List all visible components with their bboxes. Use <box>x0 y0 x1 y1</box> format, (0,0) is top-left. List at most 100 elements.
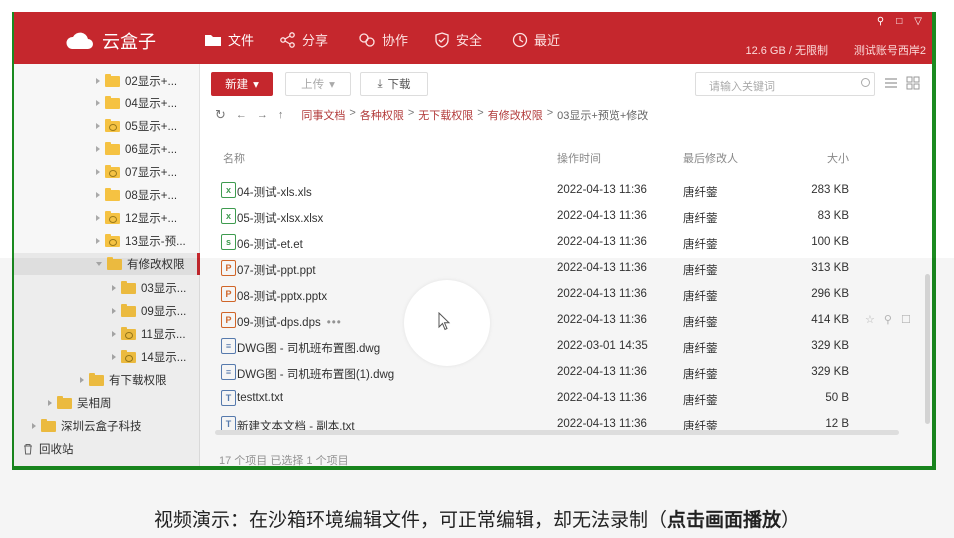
tree-item[interactable]: 14显示... <box>112 346 186 368</box>
download-button[interactable]: ⤓ 下载 <box>360 72 428 96</box>
lock-icon[interactable]: ☐ <box>901 313 911 326</box>
nav-security[interactable]: 安全 <box>434 30 482 49</box>
chevron-down-icon[interactable]: ▽ <box>914 16 922 27</box>
caption-end: ） <box>781 510 801 531</box>
column-header-size[interactable]: 大小 <box>791 150 849 166</box>
file-time: 2022-04-13 11:36 <box>557 210 647 222</box>
search-icon[interactable] <box>861 78 870 87</box>
file-name: 06-测试-et.et <box>237 239 303 251</box>
search-input[interactable]: 请输入关键词 <box>695 72 875 96</box>
expand-arrow-icon[interactable] <box>112 331 116 337</box>
pin-icon[interactable]: ⚲ <box>884 313 892 326</box>
video-caption: 视频演示：在沙箱环境编辑文件，可正常编辑，却无法录制（点击画面播放） <box>0 505 954 532</box>
tree-item[interactable]: 02显示+... <box>96 70 177 92</box>
file-name: 09-测试-dps.dps ••• <box>237 314 342 330</box>
file-browser-main: 新建 ▾ 上传 ▾ ⤓ 下载 请输入关键词 ↻ ← → ↑ 同事文档 > 各种权限 > 无… <box>201 64 932 466</box>
breadcrumb-item[interactable]: 无下载权限 <box>418 107 473 123</box>
file-name: DWG图 - 司机班布置图(1).dwg <box>237 369 395 381</box>
table-row[interactable]: P 07-测试-ppt.ppt 2022-04-13 11:36 唐纤蓥 313 KB <box>211 255 923 281</box>
expand-arrow-icon[interactable] <box>32 423 36 429</box>
expand-arrow-icon[interactable] <box>96 192 100 198</box>
breadcrumb-item[interactable]: 同事文档 <box>301 107 345 123</box>
caption-emphasis[interactable]: 点击画面播放 <box>667 510 781 531</box>
folder-icon <box>57 395 72 409</box>
column-header-name[interactable]: 名称 <box>223 150 245 166</box>
shared-folder-icon <box>105 210 120 224</box>
new-button-label: 新建 <box>225 79 249 91</box>
table-row[interactable]: P 08-测试-pptx.pptx 2022-04-13 11:36 唐纤蓥 296 K… <box>211 281 923 307</box>
up-arrow-icon[interactable]: ↑ <box>278 109 284 121</box>
tree-item[interactable]: 05显示+... <box>96 115 177 137</box>
back-arrow-icon[interactable]: ← <box>236 109 247 121</box>
vertical-scrollbar[interactable] <box>925 274 930 424</box>
tree-item[interactable]: 03显示... <box>112 277 186 299</box>
tree-item-label: 13显示-预... <box>125 236 186 248</box>
expand-arrow-icon[interactable] <box>96 78 100 84</box>
expand-arrow-icon[interactable] <box>48 400 52 406</box>
nav-collaborate[interactable]: 协作 <box>358 30 408 49</box>
table-row-hovered[interactable]: P 09-测试-dps.dps ••• 2022-04-13 11:36 唐纤蓥 414 … <box>211 307 923 333</box>
table-row[interactable]: ≡ DWG图 - 司机班布置图.dwg 2022-03-01 14:35 唐纤蓥 329… <box>211 333 923 359</box>
notification-icon[interactable]: ⚲ <box>877 16 884 27</box>
tree-item[interactable]: 09显示... <box>112 300 186 322</box>
tree-item[interactable]: 08显示+... <box>96 184 177 206</box>
expand-arrow-icon[interactable] <box>96 100 100 106</box>
expand-arrow-icon[interactable] <box>112 354 116 360</box>
refresh-icon[interactable]: ↻ <box>215 107 226 123</box>
table-row[interactable]: s 06-测试-et.et 2022-04-13 11:36 唐纤蓥 100 KB <box>211 229 923 255</box>
tree-item[interactable]: 有下载权限 <box>80 369 167 391</box>
expand-arrow-icon[interactable] <box>80 377 84 383</box>
tree-item-label: 02显示+... <box>125 76 178 88</box>
forward-arrow-icon[interactable]: → <box>257 109 268 121</box>
breadcrumb-item[interactable]: 有修改权限 <box>488 107 543 123</box>
tree-item[interactable]: 12显示+... <box>96 207 177 229</box>
folder-icon <box>105 95 120 109</box>
table-row[interactable]: ≡ DWG图 - 司机班布置图(1).dwg 2022-04-13 11:36 唐纤蓥… <box>211 359 923 385</box>
tree-item[interactable]: 深圳云盒子科技 <box>32 415 142 437</box>
star-icon[interactable]: ☆ <box>865 313 875 326</box>
expand-arrow-icon[interactable] <box>112 308 116 314</box>
nav-recent[interactable]: 最近 <box>512 30 560 49</box>
file-user: 唐纤蓥 <box>683 239 718 251</box>
table-row[interactable]: Ttesttxt.txt 2022-04-13 11:36 唐纤蓥 50 B <box>211 385 923 411</box>
expand-arrow-icon[interactable] <box>96 215 100 221</box>
upload-button[interactable]: 上传 ▾ <box>285 72 351 96</box>
recycle-bin-label: 回收站 <box>39 444 74 456</box>
grid-view-icon[interactable] <box>906 76 920 90</box>
tree-item[interactable]: 06显示+... <box>96 138 177 160</box>
table-row[interactable]: x 05-测试-xlsx.xlsx 2022-04-13 11:36 唐纤蓥 83 KB <box>211 203 923 229</box>
account-name[interactable]: 测试账号西岸2 <box>854 42 926 58</box>
nav-share[interactable]: 分享 <box>280 30 328 49</box>
tree-item[interactable]: 11显示... <box>112 323 186 345</box>
tree-item-selected[interactable]: 有修改权限 <box>14 253 200 275</box>
tree-item[interactable]: 吴相周 <box>48 392 112 414</box>
caret-down-icon: ▾ <box>329 79 335 91</box>
expand-arrow-icon[interactable] <box>96 123 100 129</box>
horizontal-scrollbar[interactable] <box>215 430 899 435</box>
new-button[interactable]: 新建 ▾ <box>211 72 273 96</box>
table-row[interactable]: x 04-测试-xls.xls 2022-04-13 11:36 唐纤蓥 283 KB <box>211 177 923 203</box>
nav-files[interactable]: 文件 <box>204 30 254 49</box>
tree-item[interactable]: 13显示-预... <box>96 230 186 252</box>
recycle-bin[interactable]: 回收站 <box>22 438 74 460</box>
folder-icon <box>205 34 221 46</box>
folder-icon <box>105 141 120 155</box>
tree-item[interactable]: 07显示+... <box>96 161 177 183</box>
more-options-icon[interactable]: ••• <box>327 317 342 329</box>
collapse-arrow-icon[interactable] <box>96 262 102 266</box>
column-header-time[interactable]: 操作时间 <box>557 150 601 166</box>
expand-arrow-icon[interactable] <box>112 285 116 291</box>
tree-item[interactable]: 04显示+... <box>96 92 177 114</box>
shared-folder-icon <box>121 326 136 340</box>
expand-arrow-icon[interactable] <box>96 238 100 244</box>
file-time: 2022-04-13 11:36 <box>557 184 647 196</box>
breadcrumb-item[interactable]: 各种权限 <box>360 107 404 123</box>
cloud-logo-icon <box>66 32 93 49</box>
list-view-icon[interactable] <box>884 76 898 90</box>
tree-item-label: 14显示... <box>141 352 187 364</box>
expand-arrow-icon[interactable] <box>96 146 100 152</box>
breadcrumb-bar: ↻ ← → ↑ 同事文档 > 各种权限 > 无下载权限 > 有修改权限 > 03显示+预… <box>201 104 932 126</box>
column-header-user[interactable]: 最后修改人 <box>683 150 738 166</box>
message-icon[interactable]: □ <box>896 16 902 27</box>
expand-arrow-icon[interactable] <box>96 169 100 175</box>
